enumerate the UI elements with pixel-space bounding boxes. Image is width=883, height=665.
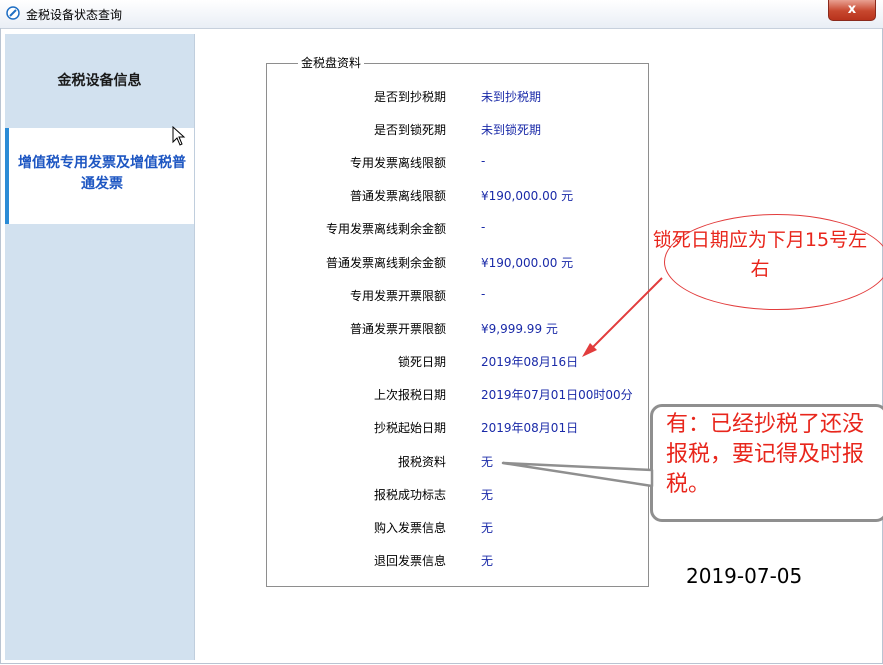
date-stamp: 2019-07-05 xyxy=(686,564,803,588)
gray-pointer-line xyxy=(501,461,654,488)
red-arrow-line xyxy=(587,277,663,353)
